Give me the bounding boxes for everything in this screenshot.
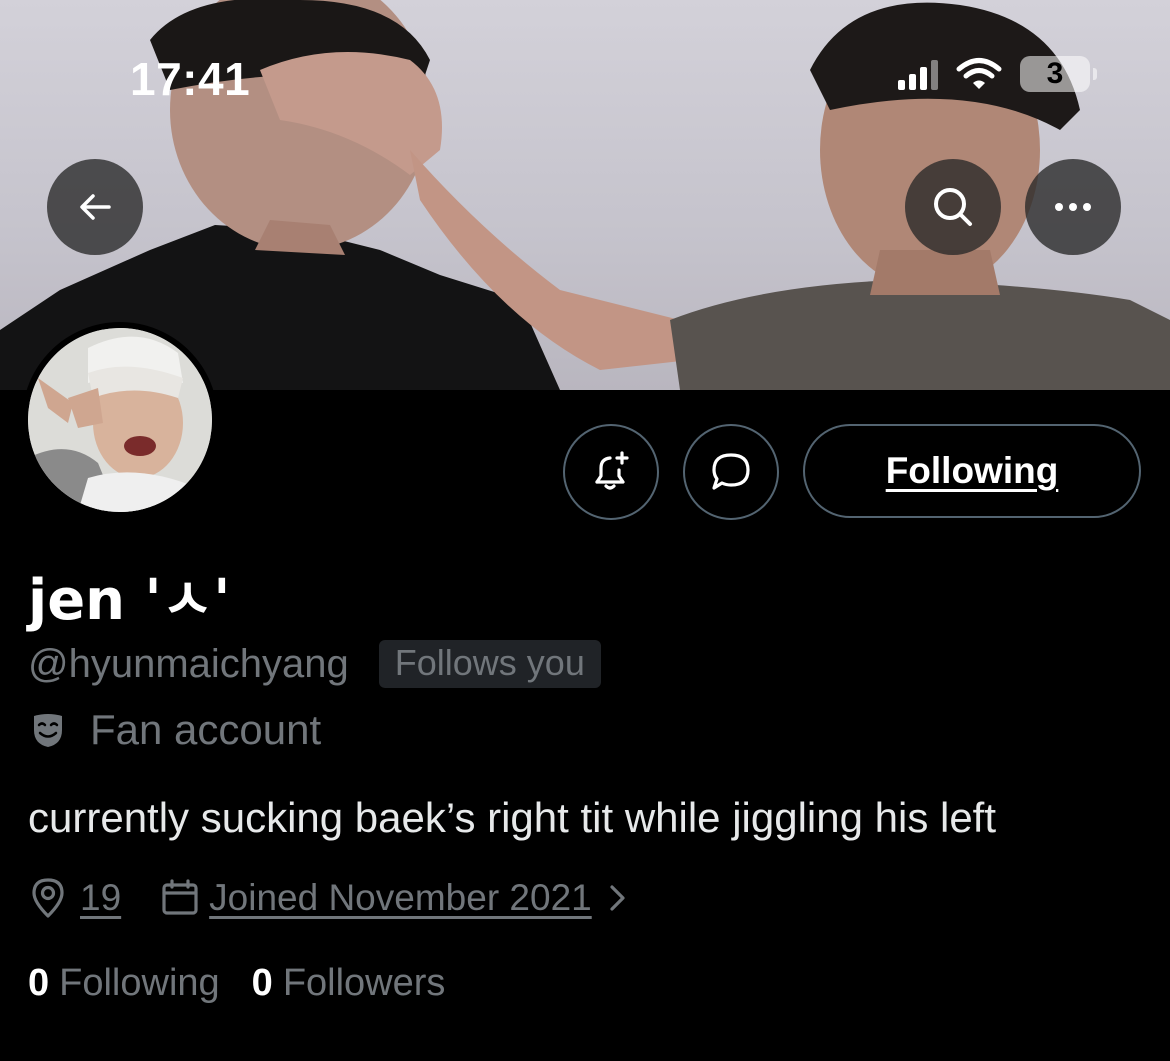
followers-count-link[interactable]: 0 Followers — [252, 962, 446, 1005]
follows-you-badge: Follows you — [378, 640, 601, 688]
bio: currently sucking baek’s right tit while… — [28, 794, 997, 841]
chevron-right-icon[interactable] — [606, 881, 630, 915]
arrow-left-icon — [80, 194, 111, 220]
follow-counts: 0 Following 0 Followers — [28, 962, 445, 1005]
category-row: Fan account — [28, 706, 321, 754]
search-button[interactable] — [905, 159, 1001, 255]
more-button[interactable] — [1025, 159, 1121, 255]
avatar[interactable] — [22, 322, 218, 518]
status-time: 17:41 — [130, 53, 251, 105]
more-horizontal-icon — [1055, 203, 1091, 211]
followers-count: 0 — [251, 962, 273, 1004]
battery-icon: 3 — [1020, 56, 1097, 92]
meta-row: 19 Joined November 2021 — [28, 876, 630, 920]
notifications-button[interactable] — [563, 424, 659, 520]
status-icons: 3 — [898, 56, 1097, 92]
battery-level: 3 — [1046, 57, 1064, 90]
following-button-label: Following — [885, 450, 1059, 491]
bell-plus-icon — [595, 451, 629, 490]
joined-date-link[interactable]: Joined November 2021 — [209, 877, 592, 919]
message-icon — [712, 453, 750, 490]
followers-count-label: Followers — [282, 962, 446, 1004]
category-label: Fan account — [90, 706, 322, 753]
cellular-signal-icon — [898, 58, 938, 90]
location-link[interactable]: 19 — [80, 877, 121, 919]
display-name: jen 'ㅅ' — [28, 568, 231, 633]
following-button[interactable]: Following — [803, 424, 1141, 518]
theater-mask-icon — [34, 714, 62, 747]
handle-row: @hyunmaichyang Follows you — [28, 640, 601, 688]
calendar-icon — [162, 879, 198, 915]
wifi-icon — [956, 58, 1002, 89]
avatar-photo — [28, 328, 212, 512]
following-count-label: Following — [59, 962, 220, 1004]
message-button[interactable] — [683, 424, 779, 520]
back-button[interactable] — [47, 159, 143, 255]
following-count: 0 — [28, 962, 50, 1004]
following-count-link[interactable]: 0 Following — [28, 962, 220, 1005]
handle: @hyunmaichyang — [28, 641, 349, 686]
location-pin-icon — [32, 878, 64, 918]
search-icon — [934, 188, 972, 226]
